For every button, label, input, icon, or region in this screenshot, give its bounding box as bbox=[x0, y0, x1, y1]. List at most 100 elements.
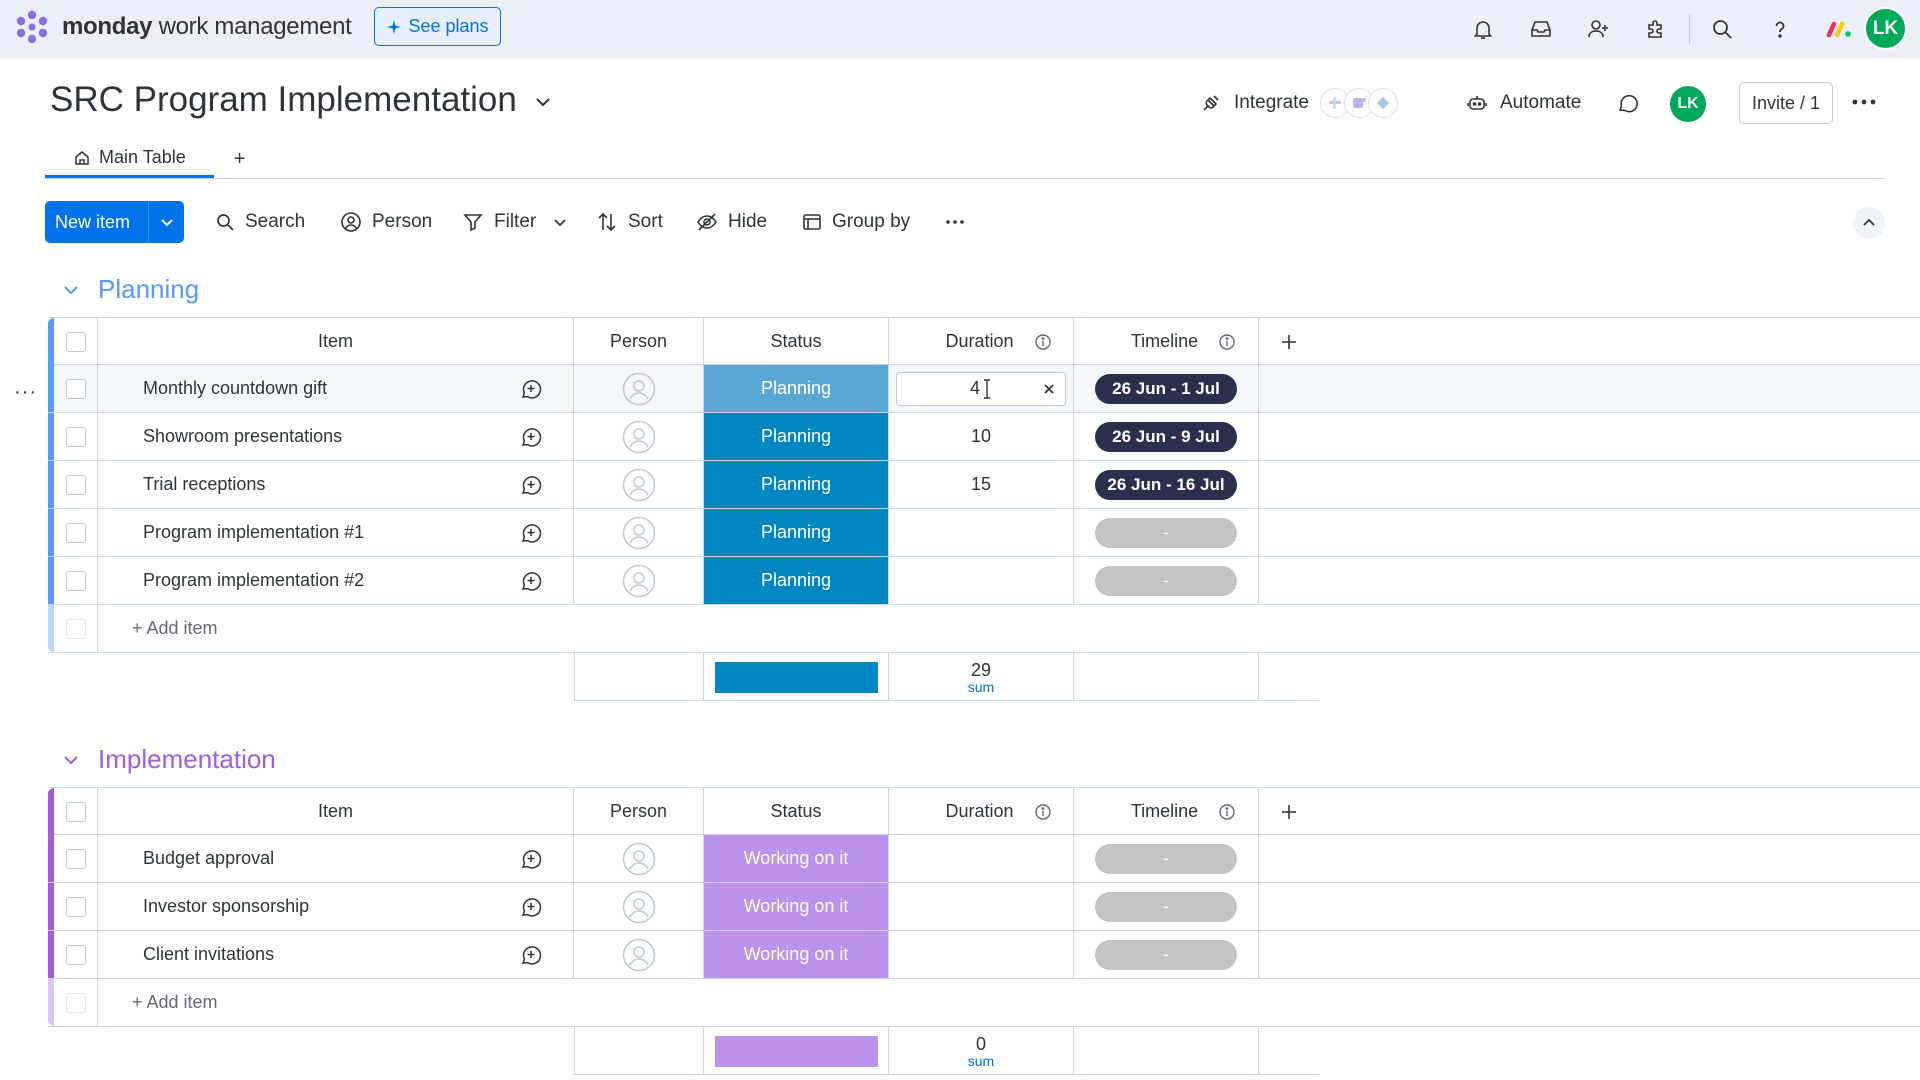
column-header-item[interactable]: Item bbox=[98, 318, 574, 365]
monday-apps-icon[interactable] bbox=[1824, 13, 1856, 45]
add-item-input[interactable]: + Add item bbox=[132, 979, 218, 1026]
monday-logo[interactable]: monday work management bbox=[14, 9, 352, 45]
tab-main-table[interactable]: Main Table bbox=[45, 140, 214, 178]
column-header-status[interactable]: Status bbox=[704, 318, 889, 365]
person-placeholder-icon[interactable] bbox=[622, 564, 656, 598]
add-update-icon[interactable] bbox=[519, 847, 543, 871]
status-label[interactable]: Working on it bbox=[704, 931, 888, 978]
clear-icon[interactable] bbox=[1041, 381, 1057, 397]
column-header-item[interactable]: Item bbox=[98, 788, 574, 835]
timeline-value[interactable]: 26 Jun - 1 Jul bbox=[1095, 373, 1237, 404]
board-title[interactable]: SRC Program Implementation bbox=[50, 80, 517, 120]
item-name[interactable]: Trial receptions bbox=[143, 461, 265, 508]
duration-cell[interactable] bbox=[889, 931, 1074, 978]
automate-button[interactable]: Automate bbox=[1466, 84, 1581, 122]
timeline-value[interactable]: - bbox=[1095, 565, 1237, 596]
item-name[interactable]: Budget approval bbox=[143, 835, 274, 882]
more-options-icon[interactable] bbox=[1850, 88, 1878, 116]
column-header-person[interactable]: Person bbox=[574, 788, 704, 835]
info-icon[interactable] bbox=[1034, 333, 1052, 351]
timeline-value[interactable]: - bbox=[1095, 939, 1237, 970]
info-icon[interactable] bbox=[1218, 333, 1236, 351]
add-update-icon[interactable] bbox=[519, 895, 543, 919]
row-checkbox[interactable] bbox=[65, 570, 86, 591]
bell-icon[interactable] bbox=[1467, 13, 1499, 45]
add-update-icon[interactable] bbox=[519, 425, 543, 449]
select-all-checkbox[interactable] bbox=[65, 801, 86, 822]
duration-input[interactable]: 4 bbox=[896, 371, 1066, 406]
select-all-checkbox[interactable] bbox=[65, 331, 86, 352]
apps-icon[interactable] bbox=[1640, 13, 1672, 45]
table-row[interactable]: Budget approval Working on it - bbox=[48, 835, 1920, 883]
updates-button[interactable] bbox=[1616, 84, 1640, 122]
item-name[interactable]: Client invitations bbox=[143, 931, 274, 978]
person-placeholder-icon[interactable] bbox=[622, 468, 656, 502]
add-update-icon[interactable] bbox=[519, 473, 543, 497]
filter-button[interactable]: Filter bbox=[462, 203, 536, 241]
item-name[interactable]: Monthly countdown gift bbox=[143, 365, 327, 412]
status-label[interactable]: Planning bbox=[704, 509, 888, 556]
duration-cell[interactable] bbox=[889, 883, 1074, 930]
table-row[interactable]: Client invitations Working on it - bbox=[48, 931, 1920, 979]
add-update-icon[interactable] bbox=[519, 521, 543, 545]
duration-cell[interactable]: 10 bbox=[889, 413, 1074, 460]
person-placeholder-icon[interactable] bbox=[622, 890, 656, 924]
status-label[interactable]: Working on it bbox=[704, 835, 888, 882]
column-header-timeline[interactable]: Timeline bbox=[1074, 788, 1259, 835]
duration-summary[interactable]: 0 sum bbox=[889, 1027, 1074, 1075]
search-icon[interactable] bbox=[1706, 13, 1738, 45]
table-row[interactable]: Investor sponsorship Working on it - bbox=[48, 883, 1920, 931]
duration-cell[interactable] bbox=[889, 835, 1074, 882]
row-checkbox[interactable] bbox=[65, 848, 86, 869]
column-header-status[interactable]: Status bbox=[704, 788, 889, 835]
table-row[interactable]: Trial receptions Planning 15 26 Jun - 16… bbox=[48, 461, 1920, 509]
add-update-icon[interactable] bbox=[519, 943, 543, 967]
person-filter-button[interactable]: Person bbox=[340, 203, 432, 241]
status-label[interactable]: Planning bbox=[704, 365, 888, 412]
row-checkbox[interactable] bbox=[65, 378, 86, 399]
item-name[interactable]: Program implementation #1 bbox=[143, 509, 364, 556]
duration-cell[interactable]: 15 bbox=[889, 461, 1074, 508]
column-header-person[interactable]: Person bbox=[574, 318, 704, 365]
new-item-button[interactable]: New item bbox=[45, 201, 184, 243]
item-name[interactable]: Investor sponsorship bbox=[143, 883, 309, 930]
status-summary[interactable] bbox=[704, 1027, 889, 1075]
info-icon[interactable] bbox=[1218, 803, 1236, 821]
integrate-button[interactable]: Integrate bbox=[1200, 84, 1309, 122]
add-column-button[interactable] bbox=[1259, 318, 1319, 365]
add-update-icon[interactable] bbox=[519, 377, 543, 401]
invite-members-icon[interactable] bbox=[1582, 13, 1614, 45]
table-row[interactable]: Showroom presentations Planning 10 26 Ju… bbox=[48, 413, 1920, 461]
table-row[interactable]: Program implementation #2 Planning - bbox=[48, 557, 1920, 605]
see-plans-button[interactable]: See plans bbox=[374, 7, 501, 46]
column-header-duration[interactable]: Duration bbox=[889, 788, 1074, 835]
chevron-down-icon[interactable] bbox=[148, 201, 184, 243]
person-placeholder-icon[interactable] bbox=[622, 516, 656, 550]
invite-button[interactable]: Invite / 1 bbox=[1739, 82, 1833, 124]
add-item-row[interactable]: + Add item bbox=[48, 605, 1920, 653]
timeline-value[interactable]: 26 Jun - 16 Jul bbox=[1095, 469, 1237, 500]
status-label[interactable]: Planning bbox=[704, 413, 888, 460]
row-checkbox[interactable] bbox=[65, 944, 86, 965]
add-item-input[interactable]: + Add item bbox=[132, 605, 218, 652]
person-placeholder-icon[interactable] bbox=[622, 938, 656, 972]
add-update-icon[interactable] bbox=[519, 569, 543, 593]
duration-summary[interactable]: 29 sum bbox=[889, 653, 1074, 701]
search-button[interactable]: Search bbox=[215, 203, 305, 241]
timeline-value[interactable]: - bbox=[1095, 843, 1237, 874]
group-title-planning[interactable]: Planning bbox=[62, 274, 199, 305]
column-header-duration[interactable]: Duration bbox=[889, 318, 1074, 365]
group-title-implementation[interactable]: Implementation bbox=[62, 744, 276, 775]
timeline-value[interactable]: - bbox=[1095, 891, 1237, 922]
hide-button[interactable]: Hide bbox=[696, 203, 767, 241]
user-avatar[interactable]: LK bbox=[1864, 7, 1907, 50]
filter-dropdown[interactable] bbox=[553, 203, 567, 241]
add-view-button[interactable]: + bbox=[234, 148, 246, 171]
inbox-icon[interactable] bbox=[1525, 13, 1557, 45]
table-row[interactable]: Program implementation #1 Planning - bbox=[48, 509, 1920, 557]
row-checkbox[interactable] bbox=[65, 896, 86, 917]
item-name[interactable]: Program implementation #2 bbox=[143, 557, 364, 604]
status-summary[interactable] bbox=[704, 653, 889, 701]
add-column-button[interactable] bbox=[1259, 788, 1319, 835]
add-item-row[interactable]: + Add item bbox=[48, 979, 1920, 1027]
